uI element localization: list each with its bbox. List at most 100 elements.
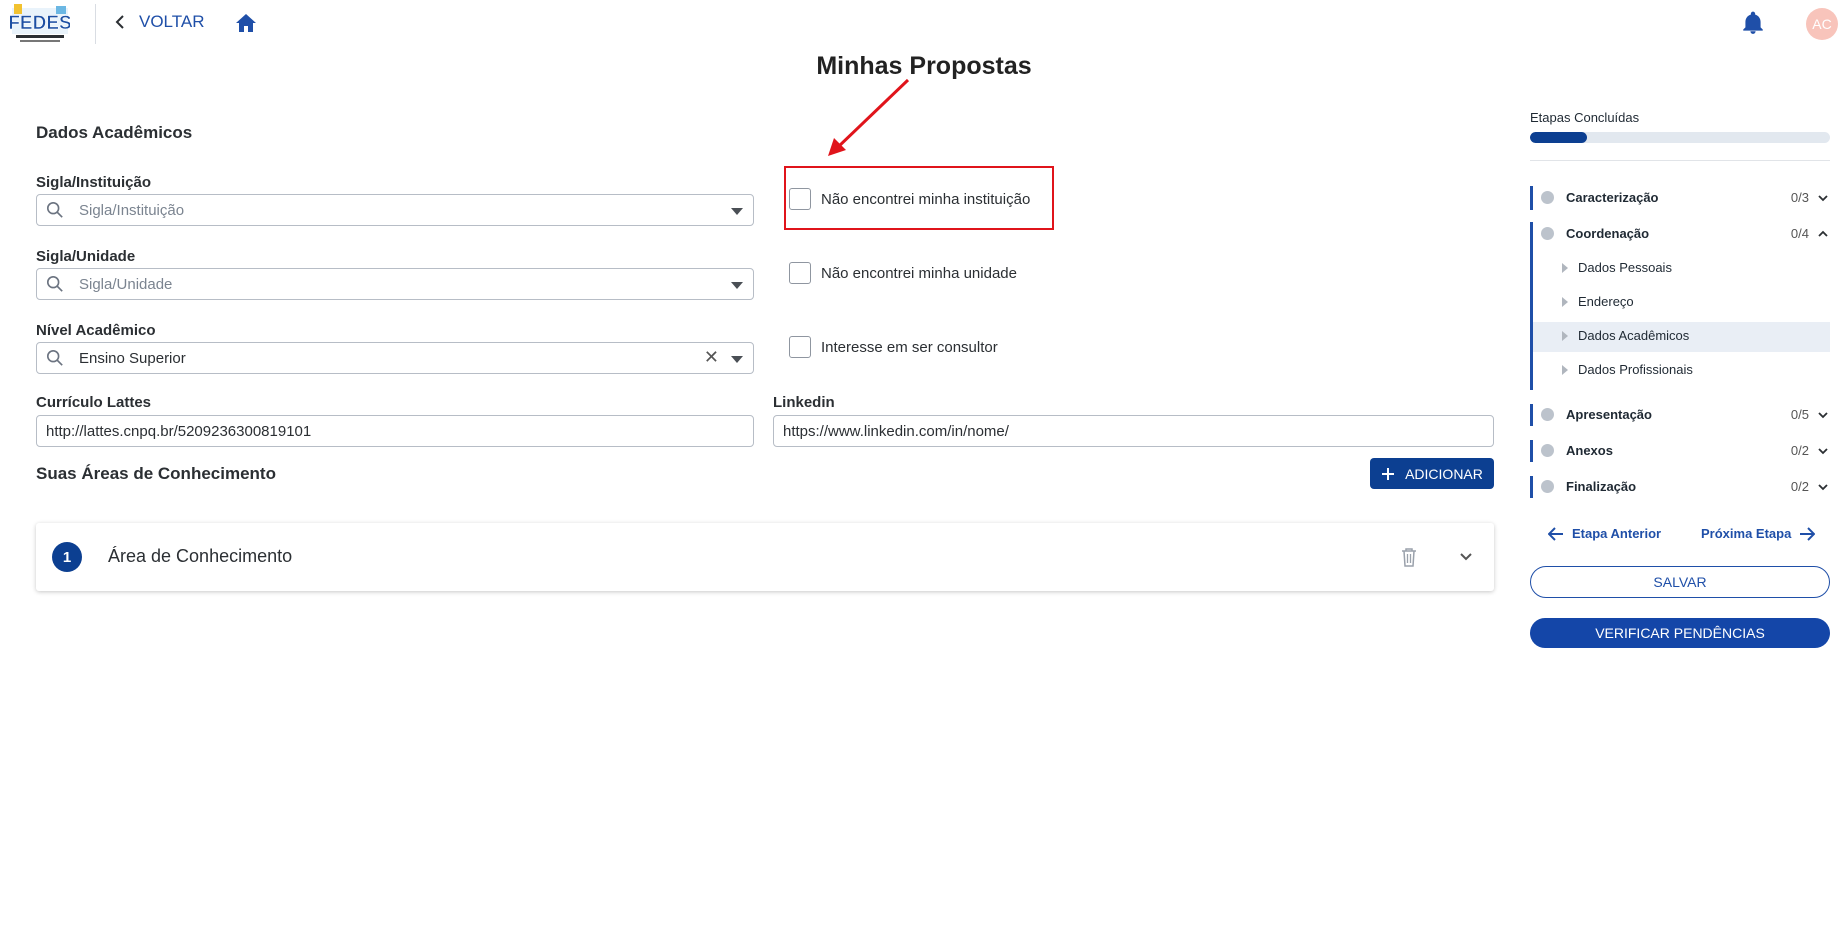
institution-label: Sigla/Instituição [36,174,152,191]
back-button[interactable]: VOLTAR [115,10,205,34]
unit-select[interactable]: Sigla/Unidade [36,268,754,300]
section-label: Apresentação [1566,407,1652,422]
chevron-down-icon[interactable] [1817,445,1829,457]
caret-right-icon [1562,262,1568,273]
chevron-up-icon[interactable] [1817,228,1829,240]
chevron-left-icon [115,15,124,29]
clear-icon[interactable]: ✕ [704,347,719,368]
dropdown-caret-icon[interactable] [731,356,743,363]
search-icon [46,275,63,292]
lattes-input[interactable]: http://lattes.cnpq.br/5209236300819101 [36,415,754,447]
subitem-label: Dados Pessoais [1578,260,1672,275]
section-caracterizacao[interactable]: Caracterização 0/3 [1541,190,1829,205]
home-icon[interactable] [234,11,258,35]
consultant-checkbox[interactable] [789,336,811,358]
check-circle-icon [1541,444,1554,457]
area-number-badge: 1 [52,542,82,572]
save-button[interactable]: SALVAR [1530,566,1830,598]
check-circle-icon [1541,191,1554,204]
subitem-endereco[interactable]: Endereço [1562,294,1634,309]
consultant-checkbox-row[interactable]: Interesse em ser consultor [789,336,998,358]
add-label: ADICIONAR [1405,465,1483,482]
section-label: Coordenação [1566,226,1650,241]
unit-placeholder: Sigla/Unidade [79,276,173,293]
next-step-button[interactable]: Próxima Etapa [1701,526,1816,541]
subitem-dados-academicos[interactable]: Dados Acadêmicos [1562,328,1689,343]
areas-title: Suas Áreas de Conhecimento [36,464,276,483]
section-count: 0/3 [1790,190,1809,205]
subitem-dados-profissionais[interactable]: Dados Profissionais [1562,362,1693,377]
prev-step-label: Etapa Anterior [1572,526,1662,541]
unit-label: Sigla/Unidade [36,248,136,265]
logo: FEDES [8,2,72,46]
section-count: 0/2 [1790,443,1809,458]
section-count: 0/5 [1790,407,1809,422]
search-icon [46,349,63,366]
progress-bar [1530,132,1830,143]
section-anexos[interactable]: Anexos 0/2 [1541,443,1829,458]
add-button[interactable]: ADICIONAR [1370,458,1494,489]
section-label: Anexos [1566,443,1613,458]
linkedin-label: Linkedin [773,394,835,411]
section-count: 0/4 [1790,226,1809,241]
level-select[interactable]: Ensino Superior ✕ [36,342,754,374]
no-institution-checkbox-row[interactable]: Não encontrei minha instituição [789,188,1030,210]
progress-fill [1530,132,1587,143]
no-unit-checkbox[interactable] [789,262,811,284]
dropdown-caret-icon[interactable] [731,208,743,215]
check-circle-icon [1541,227,1554,240]
search-icon [46,201,63,218]
chevron-down-icon[interactable] [1817,481,1829,493]
area-card[interactable]: 1 Área de Conhecimento [36,523,1494,591]
section-bar [1530,476,1533,498]
consultant-label: Interesse em ser consultor [821,338,998,356]
header-divider [95,4,96,44]
section-bar [1530,404,1533,426]
section-bar [1530,222,1533,390]
institution-select[interactable]: Sigla/Instituição [36,194,754,226]
check-circle-icon [1541,408,1554,421]
no-unit-label: Não encontrei minha unidade [821,264,1017,282]
no-institution-label: Não encontrei minha instituição [821,190,1031,208]
annotation-arrow [828,78,910,156]
section-apresentacao[interactable]: Apresentação 0/5 [1541,407,1829,422]
chevron-down-icon[interactable] [1459,552,1473,562]
svg-text:FEDES: FEDES [10,13,70,34]
caret-right-icon [1562,364,1568,375]
caret-right-icon [1562,296,1568,307]
subitem-label: Endereço [1578,294,1634,309]
no-institution-checkbox[interactable] [789,188,811,210]
prev-step-button[interactable]: Etapa Anterior [1548,526,1661,541]
arrow-left-icon [1548,526,1563,541]
lattes-label: Currículo Lattes [36,394,152,411]
chevron-down-icon[interactable] [1817,409,1829,421]
level-value: Ensino Superior [79,350,186,367]
panel-divider [1530,160,1830,161]
arrow-right-icon [1800,526,1816,541]
check-circle-icon [1541,480,1554,493]
trash-icon[interactable] [1400,547,1418,567]
verify-pending-button[interactable]: VERIFICAR PENDÊNCIAS [1530,618,1830,648]
section-bar [1530,186,1533,210]
subitem-label: Dados Profissionais [1578,362,1693,377]
linkedin-input[interactable]: https://www.linkedin.com/in/nome/ [773,415,1494,447]
back-label: VOLTAR [139,12,205,31]
area-card-title: Área de Conhecimento [108,546,293,566]
subitem-dados-pessoais[interactable]: Dados Pessoais [1562,260,1672,275]
dropdown-caret-icon[interactable] [731,282,743,289]
subitem-label: Dados Acadêmicos [1578,328,1690,343]
section-title: Dados Acadêmicos [36,123,193,142]
plus-icon [1382,467,1395,480]
chevron-down-icon[interactable] [1817,192,1829,204]
section-count: 0/2 [1790,479,1809,494]
next-step-label: Próxima Etapa [1701,526,1792,541]
bell-icon[interactable] [1740,10,1766,36]
section-coordenacao[interactable]: Coordenação 0/4 [1541,226,1829,241]
no-unit-checkbox-row[interactable]: Não encontrei minha unidade [789,262,1017,284]
section-bar [1530,440,1533,462]
section-finalizacao[interactable]: Finalização 0/2 [1541,479,1829,494]
section-label: Caracterização [1566,190,1659,205]
avatar[interactable]: AC [1806,8,1838,40]
institution-placeholder: Sigla/Instituição [79,202,185,219]
caret-right-icon [1562,330,1568,341]
